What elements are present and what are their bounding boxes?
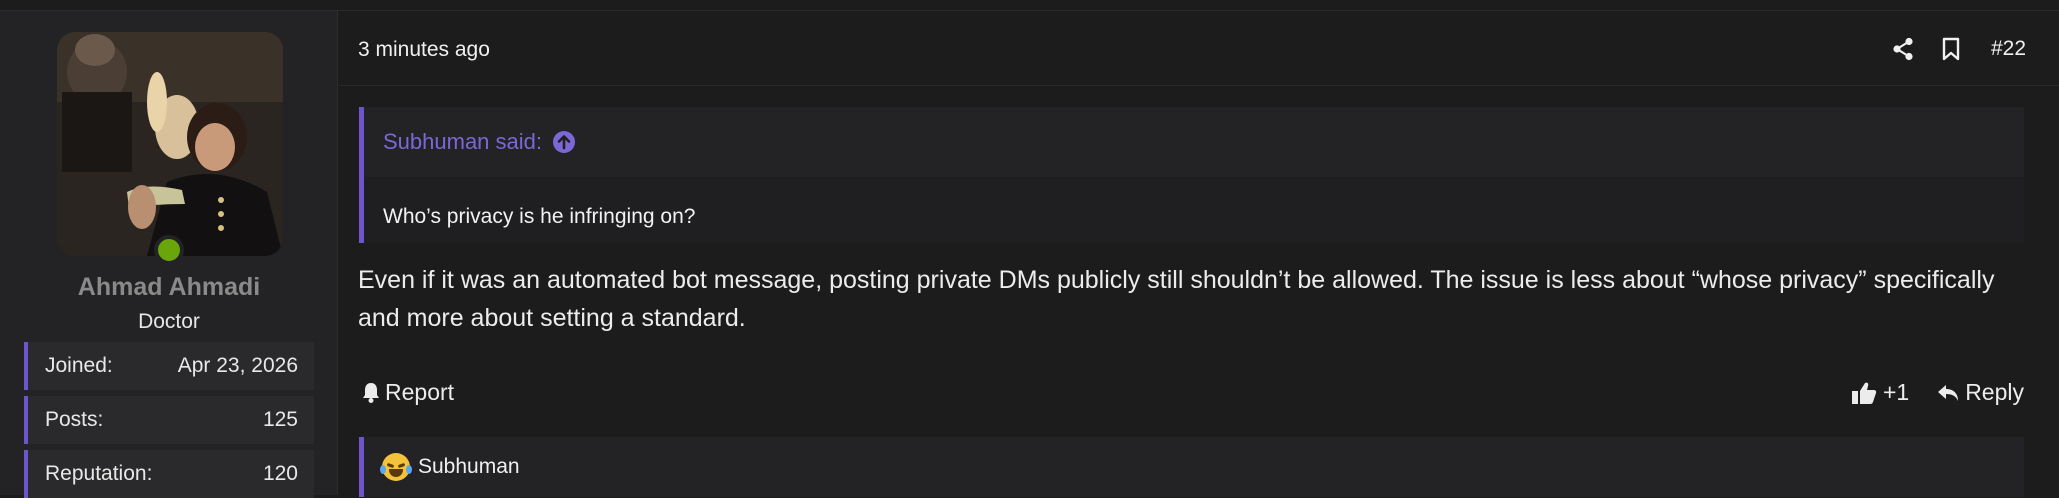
online-status-indicator bbox=[154, 235, 184, 265]
like-count: +1 bbox=[1882, 379, 1910, 405]
stat-label: Posts: bbox=[45, 408, 104, 431]
avatar[interactable] bbox=[57, 32, 283, 256]
reply-button[interactable]: Reply bbox=[1937, 379, 2024, 406]
stat-label: Reputation: bbox=[45, 462, 153, 485]
stat-posts: Posts: 125 bbox=[24, 396, 314, 444]
bookmark-icon[interactable] bbox=[1942, 35, 1960, 63]
stat-value: 120 bbox=[262, 462, 298, 485]
forum-post: Ahmad Ahmadi Doctor Joined: Apr 23, 2026… bbox=[0, 10, 2059, 498]
bell-icon bbox=[363, 382, 379, 403]
username[interactable]: Ahmad Ahmadi bbox=[0, 273, 338, 302]
stat-reputation: Reputation: 120 bbox=[24, 450, 314, 498]
post-actions: +1 Reply bbox=[1851, 379, 2024, 406]
avatar-image bbox=[57, 32, 283, 256]
post-message: Even if it was an automated bot message,… bbox=[358, 266, 1995, 332]
reply-arrow-icon bbox=[1938, 384, 1959, 401]
user-title: Doctor bbox=[138, 310, 200, 333]
reaction-user-list[interactable]: Subhuman bbox=[418, 455, 520, 479]
thumbs-up-icon bbox=[1851, 382, 1877, 404]
report-button[interactable]: Report bbox=[361, 379, 454, 406]
share-icon[interactable] bbox=[1892, 35, 1914, 63]
post-number-link[interactable]: #22 bbox=[1991, 35, 2026, 63]
reactions-bar[interactable]: Subhuman bbox=[359, 437, 2024, 497]
quote-text: Who’s privacy is he infringing on? bbox=[383, 205, 696, 228]
like-button[interactable]: +1 bbox=[1851, 379, 1909, 406]
quote-header: Subhuman said: bbox=[364, 107, 2024, 177]
stat-value: Apr 23, 2026 bbox=[177, 354, 298, 377]
stat-value: 125 bbox=[262, 408, 298, 431]
quote-block: Subhuman said: Who’s privacy is he infri… bbox=[359, 107, 2024, 243]
quote-author-link[interactable]: Subhuman said: bbox=[383, 129, 542, 155]
post-main: 3 minutes ago #22 Subhuman said: Who’s p… bbox=[339, 11, 2059, 497]
stat-joined: Joined: Apr 23, 2026 bbox=[24, 342, 314, 390]
crying-laughing-emoji-icon bbox=[380, 453, 412, 481]
reply-label: Reply bbox=[1965, 379, 2024, 405]
stat-label: Joined: bbox=[45, 354, 113, 377]
report-label: Report bbox=[385, 379, 455, 405]
user-sidebar: Ahmad Ahmadi Doctor Joined: Apr 23, 2026… bbox=[0, 11, 338, 498]
post-header: 3 minutes ago #22 bbox=[339, 11, 2059, 86]
go-to-quote-arrow-icon[interactable] bbox=[552, 130, 576, 154]
post-timestamp[interactable]: 3 minutes ago bbox=[358, 38, 490, 62]
